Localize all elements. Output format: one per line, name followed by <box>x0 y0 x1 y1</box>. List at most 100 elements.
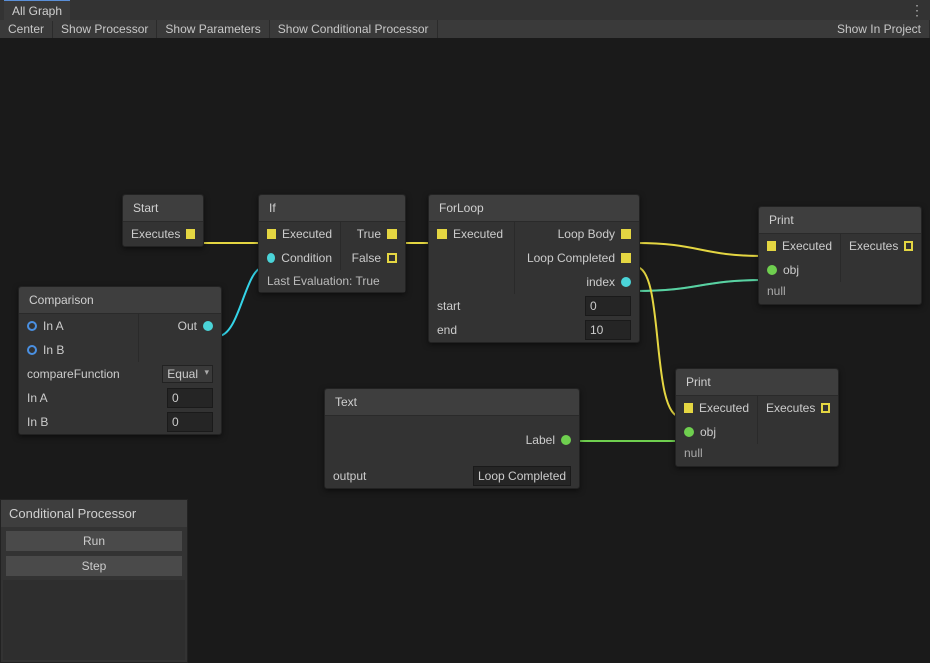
show-conditional-button[interactable]: Show Conditional Processor <box>270 20 438 38</box>
port-label: In A <box>43 319 64 333</box>
menu-icon[interactable]: ⋮ <box>910 2 924 19</box>
field-label: In B <box>27 415 48 429</box>
port-obj[interactable]: obj <box>759 258 840 282</box>
exec-port-icon <box>186 229 195 239</box>
tab-all-graph[interactable]: All Graph <box>4 0 70 21</box>
show-processor-button[interactable]: Show Processor <box>53 20 157 38</box>
exec-port-icon <box>387 229 397 239</box>
node-title: Text <box>325 389 579 416</box>
step-button[interactable]: Step <box>5 555 183 577</box>
port-label: index <box>586 275 615 289</box>
node-title: If <box>259 195 405 222</box>
port-condition[interactable]: Condition <box>259 246 340 270</box>
field-label: In A <box>27 391 48 405</box>
port-label: Executes <box>131 227 180 241</box>
port-executed[interactable]: Executed <box>259 222 340 246</box>
node-if[interactable]: If Executed Condition True False <box>258 194 406 293</box>
node-print-1[interactable]: Print Executed obj Executes null <box>758 206 922 305</box>
panel-body <box>3 580 185 660</box>
port-loop-body[interactable]: Loop Body <box>515 222 639 246</box>
end-input[interactable] <box>585 320 631 340</box>
data-port-icon <box>27 345 37 355</box>
node-start[interactable]: Start Executes <box>122 194 204 247</box>
port-executed[interactable]: Executed <box>429 222 514 246</box>
in-b-field: In B <box>19 410 221 434</box>
node-forloop[interactable]: ForLoop Executed Loop Body Loop Complete… <box>428 194 640 343</box>
port-label: Executed <box>782 239 832 253</box>
run-button[interactable]: Run <box>5 530 183 552</box>
port-false[interactable]: False <box>341 246 405 270</box>
data-port-icon <box>203 321 213 331</box>
show-parameters-button[interactable]: Show Parameters <box>157 20 269 38</box>
port-true[interactable]: True <box>341 222 405 246</box>
conditional-processor-panel[interactable]: Conditional Processor Run Step <box>0 499 188 663</box>
exec-port-icon <box>621 229 631 239</box>
field-label: compareFunction <box>27 367 120 381</box>
field-label: output <box>333 469 366 483</box>
graph-canvas[interactable]: Start Executes If Executed Condition Tru <box>0 38 930 655</box>
output-field: output <box>325 464 579 488</box>
data-port-icon <box>767 265 777 275</box>
port-label: Executes <box>849 239 898 253</box>
port-label: Executes <box>766 401 815 415</box>
end-field: end <box>429 318 639 342</box>
null-value: null <box>759 282 921 304</box>
exec-port-icon <box>821 403 830 413</box>
toolbar: Center Show Processor Show Parameters Sh… <box>0 20 930 38</box>
port-label: Executed <box>453 227 503 241</box>
port-loop-completed[interactable]: Loop Completed <box>515 246 639 270</box>
port-in-a[interactable]: In A <box>19 314 138 338</box>
exec-port-icon <box>621 253 631 263</box>
exec-port-icon <box>684 403 693 413</box>
node-comparison[interactable]: Comparison In A In B Out compareFu <box>18 286 222 435</box>
node-text[interactable]: Text Label output <box>324 388 580 489</box>
port-index[interactable]: index <box>515 270 639 294</box>
port-label-text: Label <box>526 433 555 447</box>
data-port-icon <box>267 253 275 263</box>
start-field: start <box>429 294 639 318</box>
port-label: Executed <box>282 227 332 241</box>
panel-title: Conditional Processor <box>1 500 187 527</box>
compare-function-field: compareFunction Equal <box>19 362 221 386</box>
center-button[interactable]: Center <box>0 20 53 38</box>
port-label[interactable]: Label <box>325 416 579 464</box>
exec-port-icon <box>267 229 276 239</box>
port-out[interactable]: Out <box>139 314 221 338</box>
port-executed[interactable]: Executed <box>759 234 840 258</box>
in-a-field: In A <box>19 386 221 410</box>
output-input[interactable] <box>473 466 571 486</box>
exec-port-icon <box>767 241 776 251</box>
port-label: True <box>357 227 381 241</box>
data-port-icon <box>561 435 571 445</box>
exec-port-icon <box>387 253 397 263</box>
port-label: Condition <box>281 251 332 265</box>
port-label: In B <box>43 343 64 357</box>
node-title: Print <box>759 207 921 234</box>
port-executes[interactable]: Executes <box>758 396 838 420</box>
data-port-icon <box>27 321 37 331</box>
show-in-project-button[interactable]: Show In Project <box>829 20 930 38</box>
node-title: Start <box>123 195 203 222</box>
titlebar: All Graph ⋮ <box>0 0 930 20</box>
data-port-icon <box>621 277 631 287</box>
last-evaluation: Last Evaluation: True <box>259 270 405 292</box>
node-title: ForLoop <box>429 195 639 222</box>
port-executes[interactable]: Executes <box>841 234 921 258</box>
in-a-input[interactable] <box>167 388 213 408</box>
exec-port-icon <box>437 229 447 239</box>
node-print-2[interactable]: Print Executed obj Executes null <box>675 368 839 467</box>
node-title: Comparison <box>19 287 221 314</box>
port-label: False <box>352 251 381 265</box>
port-label: Loop Body <box>558 227 615 241</box>
port-label: obj <box>700 425 716 439</box>
port-executes[interactable]: Executes <box>123 222 203 246</box>
port-executed[interactable]: Executed <box>676 396 757 420</box>
port-obj[interactable]: obj <box>676 420 757 444</box>
port-label: Out <box>178 319 197 333</box>
port-label: Loop Completed <box>527 251 615 265</box>
start-input[interactable] <box>585 296 631 316</box>
in-b-input[interactable] <box>167 412 213 432</box>
data-port-icon <box>684 427 694 437</box>
port-in-b[interactable]: In B <box>19 338 138 362</box>
compare-function-dropdown[interactable]: Equal <box>162 365 213 383</box>
